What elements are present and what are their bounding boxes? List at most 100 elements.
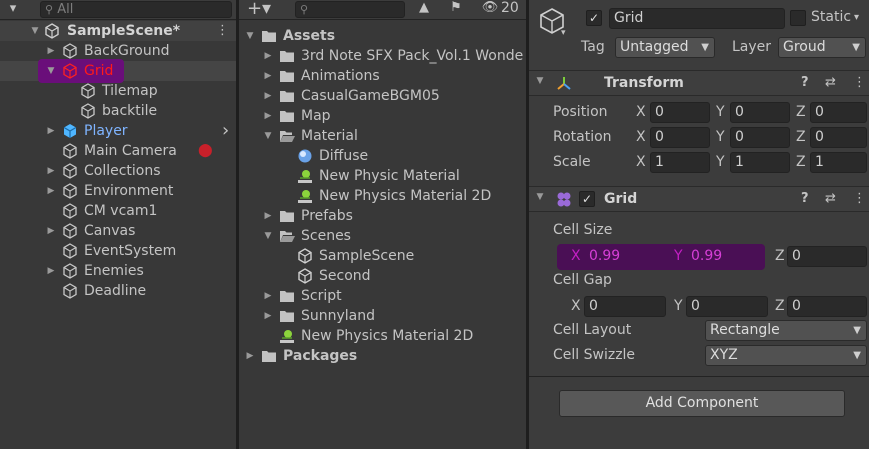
project-item[interactable]: Second <box>239 266 526 286</box>
icon-dropdown-chevron[interactable]: ▾ <box>561 28 566 38</box>
grid-enabled-checkbox[interactable]: ✓ <box>579 191 595 207</box>
project-item[interactable]: ▶ Animations <box>239 66 526 86</box>
project-item[interactable]: Diffuse <box>239 146 526 166</box>
project-item[interactable]: ▶ Packages <box>239 346 526 366</box>
rotation-x-field[interactable]: 0 <box>650 127 710 148</box>
grid-collapse-arrow[interactable]: ▼ <box>535 192 545 202</box>
help-icon[interactable]: ? <box>801 191 809 206</box>
scale-y-field[interactable]: 1 <box>730 152 790 173</box>
hierarchy-item-canvas[interactable]: ▶ Canvas <box>0 221 236 241</box>
static-dropdown-icon[interactable]: ▾ <box>854 12 859 23</box>
object-name-field[interactable]: Grid <box>609 8 785 29</box>
project-item[interactable]: SampleScene <box>239 246 526 266</box>
project-item[interactable]: ▶ Script <box>239 286 526 306</box>
expand-arrow[interactable]: ▶ <box>46 221 56 241</box>
position-x-field[interactable]: 0 <box>650 102 710 123</box>
scale-z-field[interactable]: 1 <box>810 152 867 173</box>
rotation-z-field[interactable]: 0 <box>810 127 867 148</box>
expand-arrow[interactable]: ▶ <box>263 286 273 306</box>
expand-arrow[interactable]: ▼ <box>263 126 273 146</box>
expand-arrow[interactable]: ▶ <box>46 41 56 61</box>
expand-arrow[interactable]: ▶ <box>263 106 273 126</box>
cell-gap-y-field[interactable]: 0 <box>686 296 768 317</box>
hierarchy-item-collections[interactable]: ▶ Collections <box>0 161 236 181</box>
grid-component-header[interactable]: ▼ ✓ Grid ? ⇄ ⋮ <box>529 186 869 212</box>
hierarchy-item-background[interactable]: ▶ BackGround <box>0 41 236 61</box>
expand-arrow[interactable]: ▶ <box>263 46 273 66</box>
position-z-axis-label: Z <box>796 104 806 120</box>
hierarchy-item-grid[interactable]: ▼ Grid <box>0 59 236 83</box>
context-menu-icon[interactable]: ⋮ <box>853 191 866 206</box>
scene-row[interactable]: ▼ SampleScene* ⋮ <box>0 21 236 41</box>
project-search-input[interactable]: ⚲ <box>295 1 405 18</box>
hierarchy-item-player[interactable]: ▶ Player › <box>0 121 236 141</box>
project-item[interactable]: ▶ Sunnyland <box>239 306 526 326</box>
expand-arrow[interactable]: ▶ <box>263 206 273 226</box>
cell-size-y-field[interactable]: 0.99 <box>686 246 760 267</box>
transform-header[interactable]: ▼ Transform ? ⇄ ⋮ <box>529 70 869 96</box>
project-item[interactable]: New Physics Material 2D <box>239 186 526 206</box>
scene-expand-arrow[interactable]: ▼ <box>30 21 40 41</box>
hierarchy-item-environment[interactable]: ▶ Environment <box>0 181 236 201</box>
project-item[interactable]: New Physics Material 2D <box>239 326 526 346</box>
rotation-y-field[interactable]: 0 <box>730 127 790 148</box>
expand-arrow[interactable]: ▶ <box>263 86 273 106</box>
cell-gap-z-field[interactable]: 0 <box>787 296 867 317</box>
help-icon[interactable]: ? <box>801 75 809 90</box>
project-item[interactable]: ▶ 3rd Note SFX Pack_Vol.1 Wonde <box>239 46 526 66</box>
layer-dropdown[interactable]: Groud ▼ <box>778 37 866 58</box>
position-y-field[interactable]: 0 <box>730 102 790 123</box>
preset-icon[interactable]: ⇄ <box>825 75 836 90</box>
expand-arrow[interactable]: ▶ <box>245 346 255 366</box>
chevron-right-icon[interactable]: › <box>222 121 229 141</box>
project-item[interactable]: ▼ Assets <box>239 26 526 46</box>
hierarchy-item-enemies[interactable]: ▶ Enemies <box>0 261 236 281</box>
project-item[interactable]: New Physic Material <box>239 166 526 186</box>
scale-x-field[interactable]: 1 <box>650 152 710 173</box>
expand-arrow[interactable]: ▶ <box>46 181 56 201</box>
search-by-type-icon[interactable]: ▲ <box>415 0 433 15</box>
expand-arrow[interactable]: ▶ <box>263 306 273 326</box>
project-item[interactable]: ▼ Scenes <box>239 226 526 246</box>
cell-gap-x-field[interactable]: 0 <box>584 296 666 317</box>
transform-collapse-arrow[interactable]: ▼ <box>535 76 545 86</box>
create-dropdown-icon[interactable]: ▾ <box>2 1 24 16</box>
cell-size-z-field[interactable]: 0 <box>787 246 867 267</box>
transform-title: Transform <box>604 75 684 91</box>
context-menu-icon[interactable]: ⋮ <box>853 75 866 90</box>
folder-icon <box>280 51 294 62</box>
expand-arrow[interactable]: ▼ <box>46 61 56 81</box>
expand-arrow[interactable]: ▶ <box>263 66 273 86</box>
hierarchy-search-input[interactable]: ⚲ All <box>40 1 232 18</box>
hierarchy-item-backtile[interactable]: backtile <box>0 101 236 121</box>
expand-arrow[interactable]: ▶ <box>46 161 56 181</box>
scene-menu-icon[interactable]: ⋮ <box>216 21 229 41</box>
project-item[interactable]: ▶ CasualGameBGM05 <box>239 86 526 106</box>
add-component-button[interactable]: Add Component <box>559 390 845 417</box>
search-by-label-icon[interactable]: ⚑ <box>447 0 465 15</box>
hidden-packages-icon[interactable]: 👁 <box>479 0 501 15</box>
position-z-field[interactable]: 0 <box>810 102 867 123</box>
tag-dropdown[interactable]: Untagged ▼ <box>615 37 715 58</box>
hierarchy-item-main-camera[interactable]: Main Camera ⬤ <box>0 141 236 161</box>
project-item[interactable]: ▶ Map <box>239 106 526 126</box>
expand-arrow[interactable]: ▼ <box>263 226 273 246</box>
scale-label: Scale <box>553 154 591 170</box>
hierarchy-item-tilemap[interactable]: Tilemap <box>0 81 236 101</box>
add-asset-icon[interactable]: +▾ <box>245 0 273 19</box>
project-item[interactable]: ▼ Material <box>239 126 526 146</box>
cell-swizzle-dropdown[interactable]: XYZ ▼ <box>705 345 867 366</box>
cell-size-x-field[interactable]: 0.99 <box>584 246 658 267</box>
hierarchy-item-eventsystem[interactable]: EventSystem <box>0 241 236 261</box>
expand-arrow[interactable]: ▼ <box>245 26 255 46</box>
static-checkbox[interactable] <box>790 10 806 26</box>
expand-arrow[interactable]: ▶ <box>46 121 56 141</box>
hierarchy-item-cm-vcam1[interactable]: CM vcam1 <box>0 201 236 221</box>
position-y-axis-label: Y <box>716 104 725 120</box>
preset-icon[interactable]: ⇄ <box>825 191 836 206</box>
hierarchy-item-deadline[interactable]: Deadline <box>0 281 236 301</box>
project-item[interactable]: ▶ Prefabs <box>239 206 526 226</box>
expand-arrow[interactable]: ▶ <box>46 261 56 281</box>
cell-layout-dropdown[interactable]: Rectangle ▼ <box>705 320 867 341</box>
active-checkbox[interactable]: ✓ <box>586 10 602 26</box>
